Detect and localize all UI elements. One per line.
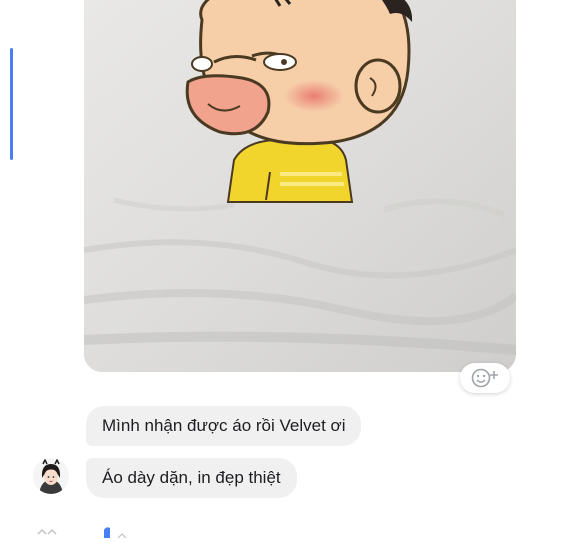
add-reaction-button[interactable]	[460, 363, 510, 393]
cartoon-tshirt-illustration	[84, 0, 516, 372]
chevron-icon	[37, 528, 47, 535]
composer-toolbar-partial	[30, 524, 230, 539]
message-bubble[interactable]: Mình nhận được áo rồi Velvet ơi	[86, 406, 362, 446]
message-bubble[interactable]: Áo dày dặn, in đẹp thiệt	[86, 458, 297, 498]
shared-photo[interactable]	[84, 0, 516, 372]
like-icon	[104, 527, 110, 538]
add-reaction-icon	[471, 368, 498, 388]
scroll-indicator[interactable]	[10, 48, 13, 160]
message-text: Mình nhận được áo rồi Velvet ơi	[102, 416, 346, 435]
message-text: Áo dày dặn, in đẹp thiệt	[102, 468, 281, 487]
user-avatar-icon[interactable]	[33, 458, 69, 494]
